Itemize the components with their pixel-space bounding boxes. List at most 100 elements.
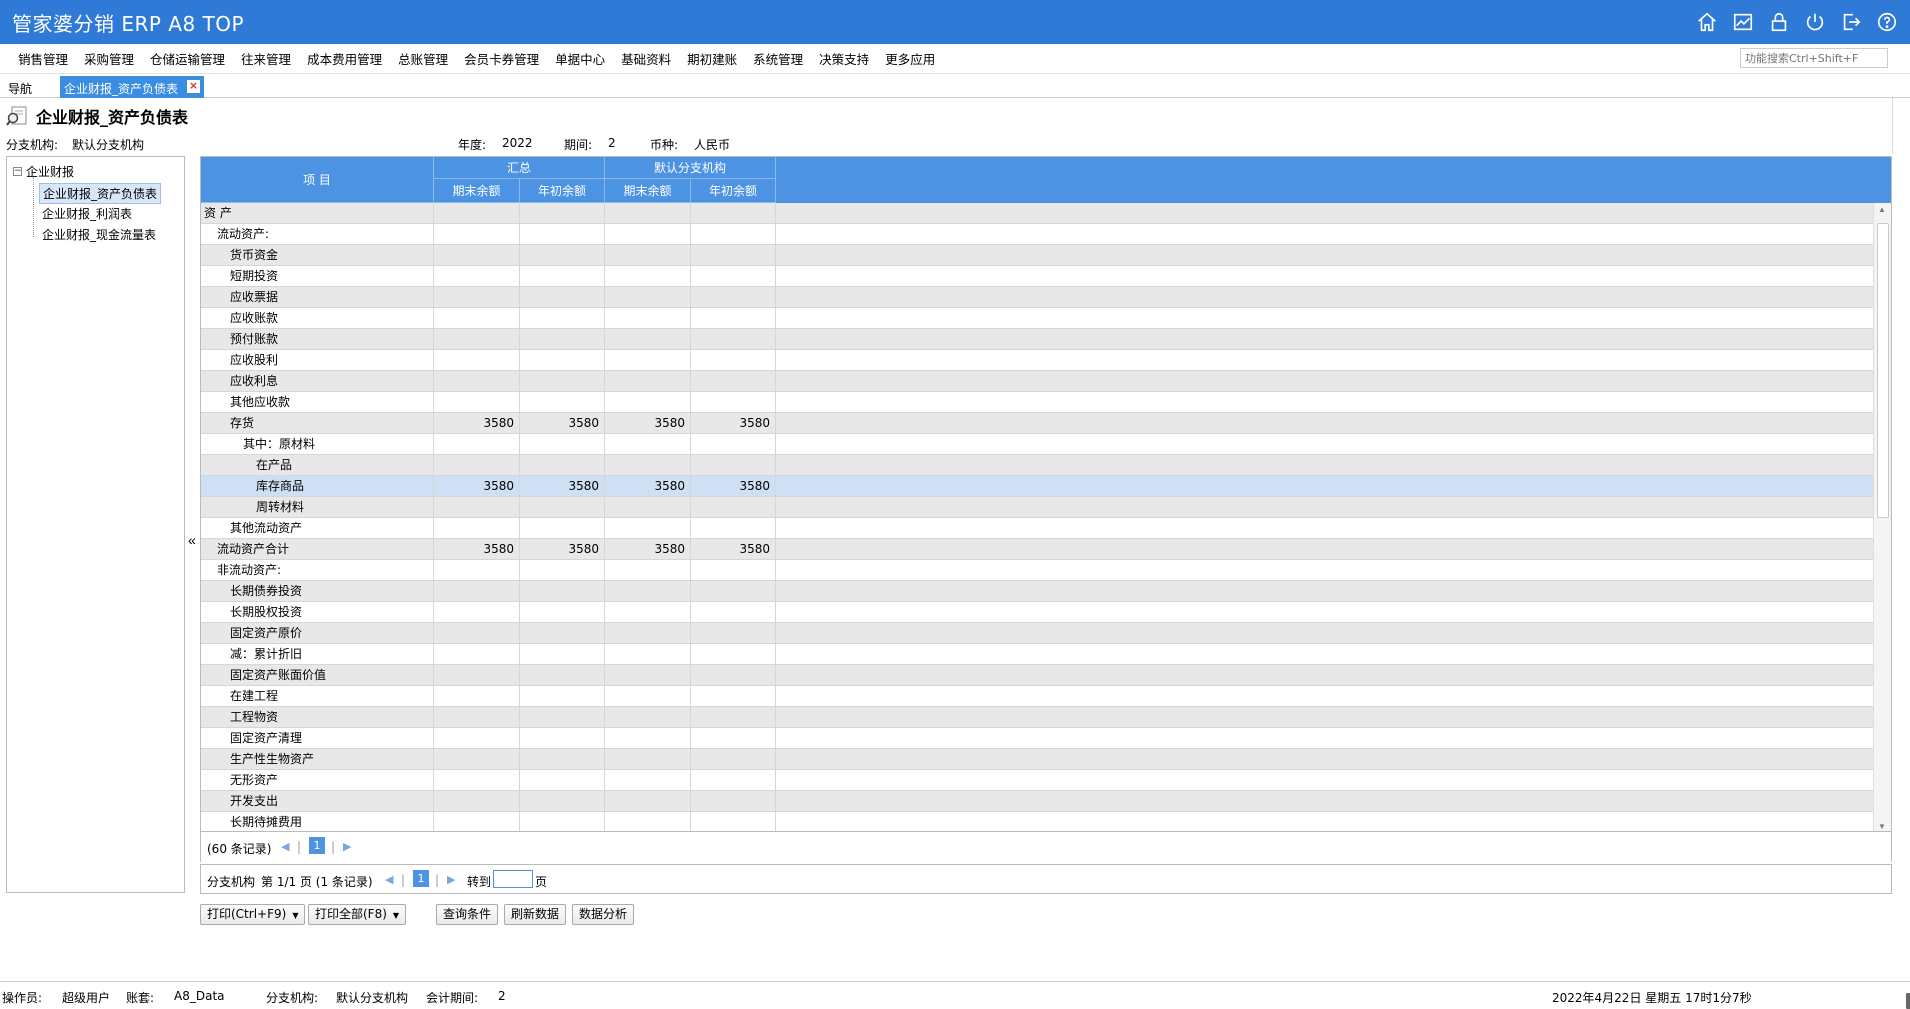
table-row[interactable]: 其他应收款: [201, 392, 1873, 413]
table-row[interactable]: 应收账款: [201, 308, 1873, 329]
chart-icon[interactable]: [1732, 11, 1754, 33]
table-row[interactable]: 流动资产:: [201, 224, 1873, 245]
menu-item[interactable]: 单据中心: [555, 49, 605, 68]
page-number[interactable]: 1: [309, 837, 325, 854]
menu-item[interactable]: 销售管理: [18, 49, 68, 68]
print-button[interactable]: 打印(Ctrl+F9) ▼: [200, 904, 306, 925]
header-ending-balance[interactable]: 期末余额: [434, 179, 520, 203]
header-opening-balance[interactable]: 年初余额: [691, 179, 776, 203]
menu-item[interactable]: 决策支持: [819, 49, 869, 68]
row-value-cell: [434, 497, 520, 518]
table-row[interactable]: 流动资产合计 3580 3580 3580 3580: [201, 539, 1873, 560]
menu-item[interactable]: 总账管理: [398, 49, 448, 68]
table-row[interactable]: 固定资产原价: [201, 623, 1873, 644]
scroll-down-icon[interactable]: ▼: [1878, 822, 1886, 831]
tab-balance-sheet[interactable]: 企业财报_资产负债表 ×: [60, 76, 204, 98]
menu-item[interactable]: 仓储运输管理: [150, 49, 225, 68]
table-row[interactable]: 货币资金: [201, 245, 1873, 266]
row-value-cell: [691, 791, 776, 812]
header-opening-balance[interactable]: 年初余额: [520, 179, 605, 203]
table-row[interactable]: 其他流动资产: [201, 518, 1873, 539]
row-value-cell: [434, 287, 520, 308]
table-row[interactable]: 在建工程: [201, 686, 1873, 707]
grid-header: 项 目 汇总 默认分支机构 期末余额 年初余额 期末余额 年初余额: [201, 157, 1891, 203]
table-row[interactable]: 工程物资: [201, 707, 1873, 728]
row-value-cell: [520, 497, 605, 518]
table-row[interactable]: 存货 3580 3580 3580 3580: [201, 413, 1873, 434]
table-row[interactable]: 应收股利: [201, 350, 1873, 371]
header-group-branch: 默认分支机构: [605, 157, 776, 179]
scroll-up-icon[interactable]: ▲: [1878, 205, 1886, 214]
tree-root[interactable]: − 企业财报: [13, 163, 74, 180]
table-row[interactable]: 生产性生物资产: [201, 749, 1873, 770]
lock-icon[interactable]: [1768, 11, 1790, 33]
operator-value: 超级用户: [62, 991, 111, 1005]
grid-scrollbar[interactable]: ▲ ▼: [1873, 203, 1891, 831]
table-row[interactable]: 周转材料: [201, 497, 1873, 518]
collapse-icon[interactable]: −: [13, 167, 22, 176]
table-row[interactable]: 长期股权投资: [201, 602, 1873, 623]
table-row[interactable]: 减：累计折旧: [201, 644, 1873, 665]
refresh-data-button[interactable]: 刷新数据: [504, 904, 567, 925]
function-search-input[interactable]: [1740, 48, 1888, 68]
table-row[interactable]: 预付账款: [201, 329, 1873, 350]
table-row[interactable]: 应收票据: [201, 287, 1873, 308]
tree-item-balance-sheet[interactable]: 企业财报_资产负债表: [39, 183, 162, 204]
status-branch-value: 默认分支机构: [336, 991, 409, 1005]
collapse-panel-icon[interactable]: «: [188, 532, 196, 548]
prev-page-icon[interactable]: ◀: [281, 840, 289, 853]
page-number[interactable]: 1: [413, 870, 429, 887]
menu-item[interactable]: 往来管理: [241, 49, 291, 68]
row-value-cell: [520, 623, 605, 644]
table-row[interactable]: 在产品: [201, 455, 1873, 476]
table-row[interactable]: 长期债券投资: [201, 581, 1873, 602]
scroll-thumb[interactable]: [1877, 223, 1889, 518]
prev-page-icon[interactable]: ◀: [385, 873, 393, 886]
row-value-cell: [434, 455, 520, 476]
menu-scrollbar[interactable]: [1892, 96, 1906, 154]
menu-item[interactable]: 会员卡券管理: [464, 49, 539, 68]
menu-item[interactable]: 期初建账: [687, 49, 737, 68]
header-item[interactable]: 项 目: [201, 157, 434, 203]
tree-item-cash-flow[interactable]: 企业财报_现金流量表: [39, 225, 159, 244]
table-row[interactable]: 开发支出: [201, 791, 1873, 812]
tab-navigation[interactable]: 导航: [8, 80, 32, 97]
data-analysis-button[interactable]: 数据分析: [572, 904, 635, 925]
table-row[interactable]: 固定资产账面价值: [201, 665, 1873, 686]
menu-item[interactable]: 采购管理: [84, 49, 134, 68]
menu-item[interactable]: 成本费用管理: [307, 49, 382, 68]
table-row[interactable]: 固定资产清理: [201, 728, 1873, 749]
table-row[interactable]: 非流动资产:: [201, 560, 1873, 581]
next-page-icon[interactable]: ▶: [447, 873, 455, 886]
next-page-icon[interactable]: ▶: [343, 840, 351, 853]
power-icon[interactable]: [1804, 11, 1826, 33]
row-filler-cell: [776, 308, 1873, 329]
row-value-cell: 3580: [691, 476, 776, 497]
tree-item-income-statement[interactable]: 企业财报_利润表: [39, 204, 135, 223]
table-row[interactable]: 库存商品 3580 3580 3580 3580: [201, 476, 1873, 497]
dropdown-arrow-icon[interactable]: ▼: [292, 906, 298, 925]
row-filler-cell: [776, 392, 1873, 413]
close-icon[interactable]: ×: [187, 80, 200, 93]
menu-item[interactable]: 基础资料: [621, 49, 671, 68]
dropdown-arrow-icon[interactable]: ▼: [393, 906, 399, 925]
row-item-name: 非流动资产:: [201, 560, 434, 581]
table-row[interactable]: 无形资产: [201, 770, 1873, 791]
row-value-cell: [605, 707, 691, 728]
print-all-button[interactable]: 打印全部(F8) ▼: [308, 904, 407, 925]
table-row[interactable]: 资 产: [201, 203, 1873, 224]
menu-item[interactable]: 更多应用: [885, 49, 935, 68]
goto-page-input[interactable]: [493, 870, 533, 888]
table-row[interactable]: 短期投资: [201, 266, 1873, 287]
table-row[interactable]: 应收利息: [201, 371, 1873, 392]
header-ending-balance[interactable]: 期末余额: [605, 179, 691, 203]
exit-icon[interactable]: [1840, 11, 1862, 33]
table-row[interactable]: 其中：原材料: [201, 434, 1873, 455]
row-value-cell: [605, 350, 691, 371]
row-value-cell: [520, 686, 605, 707]
query-conditions-button[interactable]: 查询条件: [436, 904, 499, 925]
menu-item[interactable]: 系统管理: [753, 49, 803, 68]
home-icon[interactable]: [1696, 11, 1718, 33]
help-icon[interactable]: [1876, 11, 1898, 33]
table-row[interactable]: 长期待摊费用: [201, 812, 1873, 831]
